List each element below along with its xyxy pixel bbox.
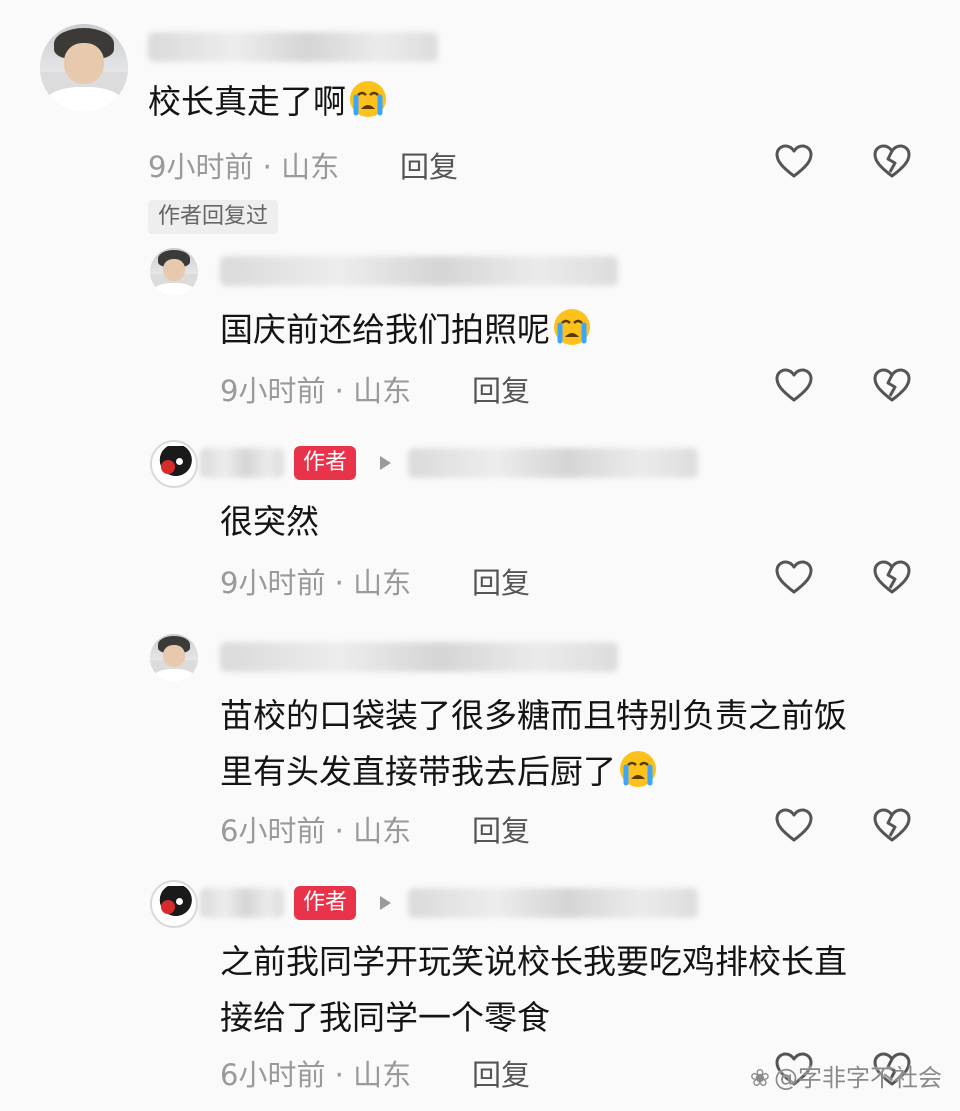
comment-text: 苗校的口袋装了很多糖而且特别负责之前饭 里有头发直接带我去后厨了	[220, 696, 847, 791]
blurred-username[interactable]	[148, 32, 438, 62]
broken-heart-icon[interactable]	[872, 558, 912, 598]
heart-outline-icon[interactable]	[774, 558, 814, 598]
blurred-reply-target[interactable]	[408, 888, 698, 918]
author-tag: 作者	[294, 886, 357, 920]
user-avatar[interactable]	[150, 248, 198, 296]
broken-heart-icon[interactable]	[872, 142, 912, 182]
broken-heart-icon[interactable]	[872, 366, 912, 406]
heart-outline-icon[interactable]	[774, 366, 814, 406]
comment-time-location: 9小时前 · 山东	[220, 566, 412, 600]
user-avatar[interactable]	[150, 634, 198, 682]
blurred-username[interactable]	[220, 642, 618, 672]
comment-text: 很突然	[220, 502, 319, 541]
reply-button[interactable]: 回复	[472, 368, 530, 410]
user-avatar[interactable]	[40, 24, 128, 112]
reply-button[interactable]: 回复	[472, 808, 530, 850]
heart-outline-icon[interactable]	[774, 142, 814, 182]
triangle-right-icon	[380, 456, 391, 470]
author-avatar[interactable]	[150, 880, 198, 928]
reply-button[interactable]: 回复	[472, 1052, 530, 1094]
crying-face-emoji	[350, 81, 386, 117]
paw-icon: ❀	[749, 1064, 770, 1092]
crying-face-emoji	[620, 751, 656, 787]
comment-text: 国庆前还给我们拍照呢	[220, 302, 592, 358]
blurred-username[interactable]	[200, 888, 284, 918]
heart-outline-icon[interactable]	[774, 806, 814, 846]
reply-button[interactable]: 回复	[400, 144, 458, 186]
comment-time-location: 6小时前 · 山东	[220, 1058, 412, 1092]
comment-time-location: 9小时前 · 山东	[148, 150, 340, 184]
author-tag: 作者	[294, 446, 357, 480]
author-avatar[interactable]	[150, 440, 198, 488]
triangle-right-icon	[380, 896, 391, 910]
author-replied-badge: 作者回复过	[148, 200, 279, 234]
comment-text: 之前我同学开玩笑说校长我要吃鸡排校长直 接给了我同学一个零食	[220, 942, 847, 1037]
blurred-username[interactable]	[220, 256, 618, 286]
watermark: ❀ @字非字不社会	[749, 1064, 942, 1092]
comment-time-location: 9小时前 · 山东	[220, 374, 412, 408]
broken-heart-icon[interactable]	[872, 806, 912, 846]
reply-button[interactable]: 回复	[472, 560, 530, 602]
comment-text: 校长真走了啊	[148, 74, 388, 130]
comment-thread: 校长真走了啊 9小时前 · 山东 回复 作者回复过 国庆前还给我们拍照呢 9小时…	[0, 0, 960, 1111]
crying-face-emoji	[554, 309, 590, 345]
blurred-reply-target[interactable]	[408, 448, 698, 478]
blurred-username[interactable]	[200, 448, 284, 478]
comment-time-location: 6小时前 · 山东	[220, 814, 412, 848]
